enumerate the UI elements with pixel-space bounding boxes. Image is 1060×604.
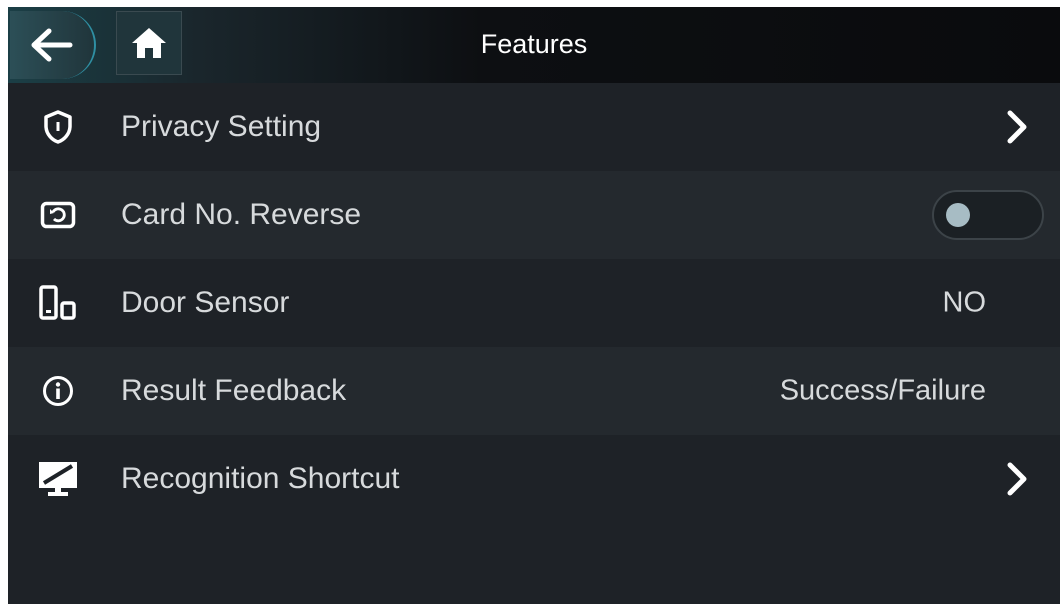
info-icon (36, 371, 80, 411)
card-reverse-icon (36, 195, 80, 235)
header-bar: Features (8, 7, 1060, 83)
monitor-icon (36, 459, 80, 499)
toggle-knob (946, 203, 970, 227)
result-feedback-label: Result Feedback (121, 374, 347, 407)
privacy-setting-row[interactable]: Privacy Setting (8, 83, 1060, 171)
door-sensor-value: NO (942, 286, 987, 319)
features-screen: Features Privacy Setting Card No. Revers… (8, 7, 1060, 604)
result-feedback-value: Success/Failure (779, 374, 986, 407)
settings-list: Privacy Setting Card No. Reverse Door Se… (8, 83, 1060, 523)
chevron-right-icon (1007, 462, 1027, 496)
card-no-reverse-row: Card No. Reverse (8, 171, 1060, 259)
result-feedback-row[interactable]: Result Feedback Success/Failure (8, 347, 1060, 435)
card-no-reverse-label: Card No. Reverse (121, 198, 362, 231)
shield-icon (36, 107, 80, 147)
privacy-setting-label: Privacy Setting (121, 110, 322, 143)
chevron-right-icon (1007, 110, 1027, 144)
card-no-reverse-toggle[interactable] (932, 190, 1044, 240)
door-sensor-icon (36, 283, 80, 323)
door-sensor-label: Door Sensor (121, 286, 290, 319)
door-sensor-row[interactable]: Door Sensor NO (8, 259, 1060, 347)
recognition-shortcut-row[interactable]: Recognition Shortcut (8, 435, 1060, 523)
page-title: Features (480, 29, 588, 59)
recognition-shortcut-label: Recognition Shortcut (121, 462, 400, 495)
